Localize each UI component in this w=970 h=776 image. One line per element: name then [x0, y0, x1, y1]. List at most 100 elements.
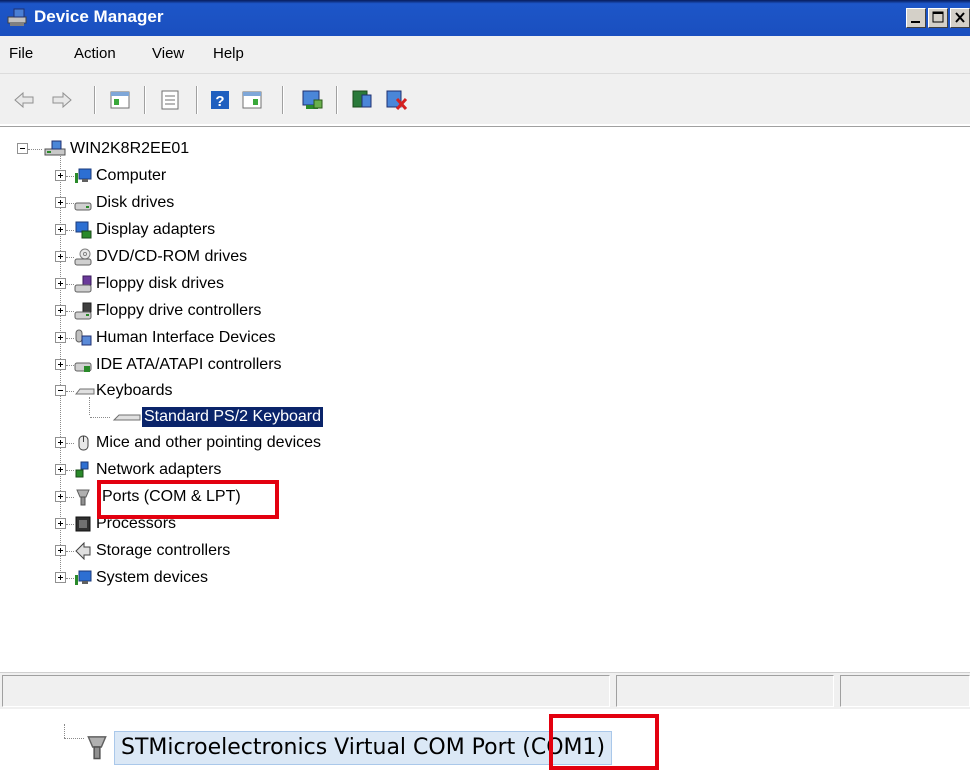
- tree-line: [66, 391, 74, 392]
- menu-view[interactable]: View: [152, 45, 184, 62]
- back-icon[interactable]: [12, 88, 36, 112]
- category-label: Keyboards: [96, 382, 173, 399]
- category-label: DVD/CD-ROM drives: [96, 248, 248, 265]
- tree-line: [64, 738, 84, 739]
- computer-root-icon: [44, 140, 66, 156]
- root-label: WIN2K8R2EE01: [70, 140, 190, 157]
- highlight-box-ports: [97, 480, 279, 519]
- device-standard-ps2-keyboard[interactable]: Standard PS/2 Keyboard: [88, 406, 388, 428]
- title-bar: Device Manager: [0, 0, 970, 36]
- toolbar: ?: [0, 74, 970, 124]
- floppy-controller-icon: [74, 302, 92, 320]
- highlight-box-com1: [549, 714, 659, 770]
- close-icon: [955, 12, 965, 23]
- network-adapter-icon: [75, 461, 89, 478]
- processor-icon: [75, 516, 91, 532]
- tree-line: [66, 203, 74, 204]
- category-label: Computer: [96, 167, 167, 184]
- computer-icon: [75, 168, 92, 183]
- expand-toggle[interactable]: [55, 545, 66, 556]
- category-dvd-cdrom[interactable]: DVD/CD-ROM drives: [48, 247, 348, 267]
- expand-toggle[interactable]: [55, 332, 66, 343]
- expand-toggle[interactable]: [55, 518, 66, 529]
- category-display-adapters[interactable]: Display adapters: [48, 220, 348, 240]
- storage-controller-icon: [75, 542, 91, 560]
- toolbar-separator: [336, 86, 338, 114]
- update-icon[interactable]: [158, 88, 182, 112]
- expand-toggle[interactable]: [55, 464, 66, 475]
- scan-hardware-icon[interactable]: [300, 88, 324, 112]
- maximize-button[interactable]: [928, 8, 948, 28]
- keyboard-icon: [74, 388, 95, 395]
- minimize-button[interactable]: [906, 8, 926, 28]
- category-computer[interactable]: Computer: [48, 166, 348, 186]
- toolbar-separator: [144, 86, 146, 114]
- tree-line: [66, 257, 74, 258]
- expand-toggle[interactable]: [55, 224, 66, 235]
- category-label: Floppy disk drives: [96, 275, 225, 292]
- ide-controller-icon: [74, 362, 92, 372]
- dvd-drive-icon: [74, 248, 92, 266]
- category-label: Floppy drive controllers: [96, 302, 262, 319]
- tree-line: [66, 284, 74, 285]
- expand-toggle[interactable]: [55, 170, 66, 181]
- category-floppy-disk-drives[interactable]: Floppy disk drives: [48, 274, 348, 294]
- menu-help[interactable]: Help: [213, 45, 244, 62]
- device-tree[interactable]: WIN2K8R2EE01 Computer Disk drives Displa…: [0, 126, 970, 675]
- menu-action[interactable]: Action: [74, 45, 116, 62]
- tree-line: [28, 149, 42, 150]
- tree-line: [66, 338, 74, 339]
- uninstall-icon[interactable]: [384, 88, 408, 112]
- help-icon[interactable]: ?: [208, 88, 232, 112]
- hid-icon: [75, 329, 92, 346]
- tree-line: [66, 443, 74, 444]
- expand-toggle[interactable]: [55, 251, 66, 262]
- category-label: Network adapters: [96, 461, 222, 478]
- category-storage-controllers[interactable]: Storage controllers: [48, 541, 348, 561]
- show-hide-icon[interactable]: [240, 88, 264, 112]
- collapse-toggle[interactable]: [55, 385, 66, 396]
- expand-toggle[interactable]: [55, 437, 66, 448]
- device-manager-icon: [7, 8, 27, 26]
- window-title: Device Manager: [34, 7, 164, 26]
- category-label: IDE ATA/ATAPI controllers: [96, 356, 282, 373]
- close-button[interactable]: [950, 8, 970, 28]
- menu-file[interactable]: File: [9, 45, 33, 62]
- category-mice[interactable]: Mice and other pointing devices: [48, 433, 388, 453]
- category-label: Display adapters: [96, 221, 216, 238]
- expand-toggle[interactable]: [55, 491, 66, 502]
- mouse-icon: [78, 435, 89, 451]
- category-label: Storage controllers: [96, 542, 231, 559]
- expand-toggle[interactable]: [55, 572, 66, 583]
- tree-line: [66, 470, 74, 471]
- expand-toggle[interactable]: [55, 305, 66, 316]
- tree-line: [66, 311, 74, 312]
- device-label: Standard PS/2 Keyboard: [140, 406, 325, 428]
- category-keyboards[interactable]: Keyboards: [48, 381, 348, 401]
- forward-icon[interactable]: [50, 88, 74, 112]
- category-network-adapters[interactable]: Network adapters: [48, 460, 348, 480]
- category-system-devices[interactable]: System devices: [48, 568, 348, 588]
- category-ide-controllers[interactable]: IDE ATA/ATAPI controllers: [48, 355, 368, 375]
- expand-toggle[interactable]: [55, 359, 66, 370]
- tree-line: [66, 497, 74, 498]
- tree-line: [66, 365, 74, 366]
- status-pane: [616, 675, 834, 707]
- tree-root[interactable]: WIN2K8R2EE01: [16, 139, 316, 159]
- category-label: Disk drives: [96, 194, 175, 211]
- tree-line: [66, 524, 74, 525]
- category-hid[interactable]: Human Interface Devices: [48, 328, 368, 348]
- update-driver-icon[interactable]: [350, 88, 374, 112]
- expand-toggle[interactable]: [55, 197, 66, 208]
- status-pane: [840, 675, 970, 707]
- tree-line: [66, 551, 74, 552]
- minimize-icon: [911, 21, 920, 23]
- category-floppy-drive-controllers[interactable]: Floppy drive controllers: [48, 301, 348, 321]
- maximize-icon: [932, 11, 944, 23]
- keyboard-icon: [112, 414, 141, 421]
- category-disk-drives[interactable]: Disk drives: [48, 193, 348, 213]
- properties-icon[interactable]: [108, 88, 132, 112]
- svg-text:?: ?: [215, 93, 224, 110]
- collapse-toggle[interactable]: [17, 143, 28, 154]
- expand-toggle[interactable]: [55, 278, 66, 289]
